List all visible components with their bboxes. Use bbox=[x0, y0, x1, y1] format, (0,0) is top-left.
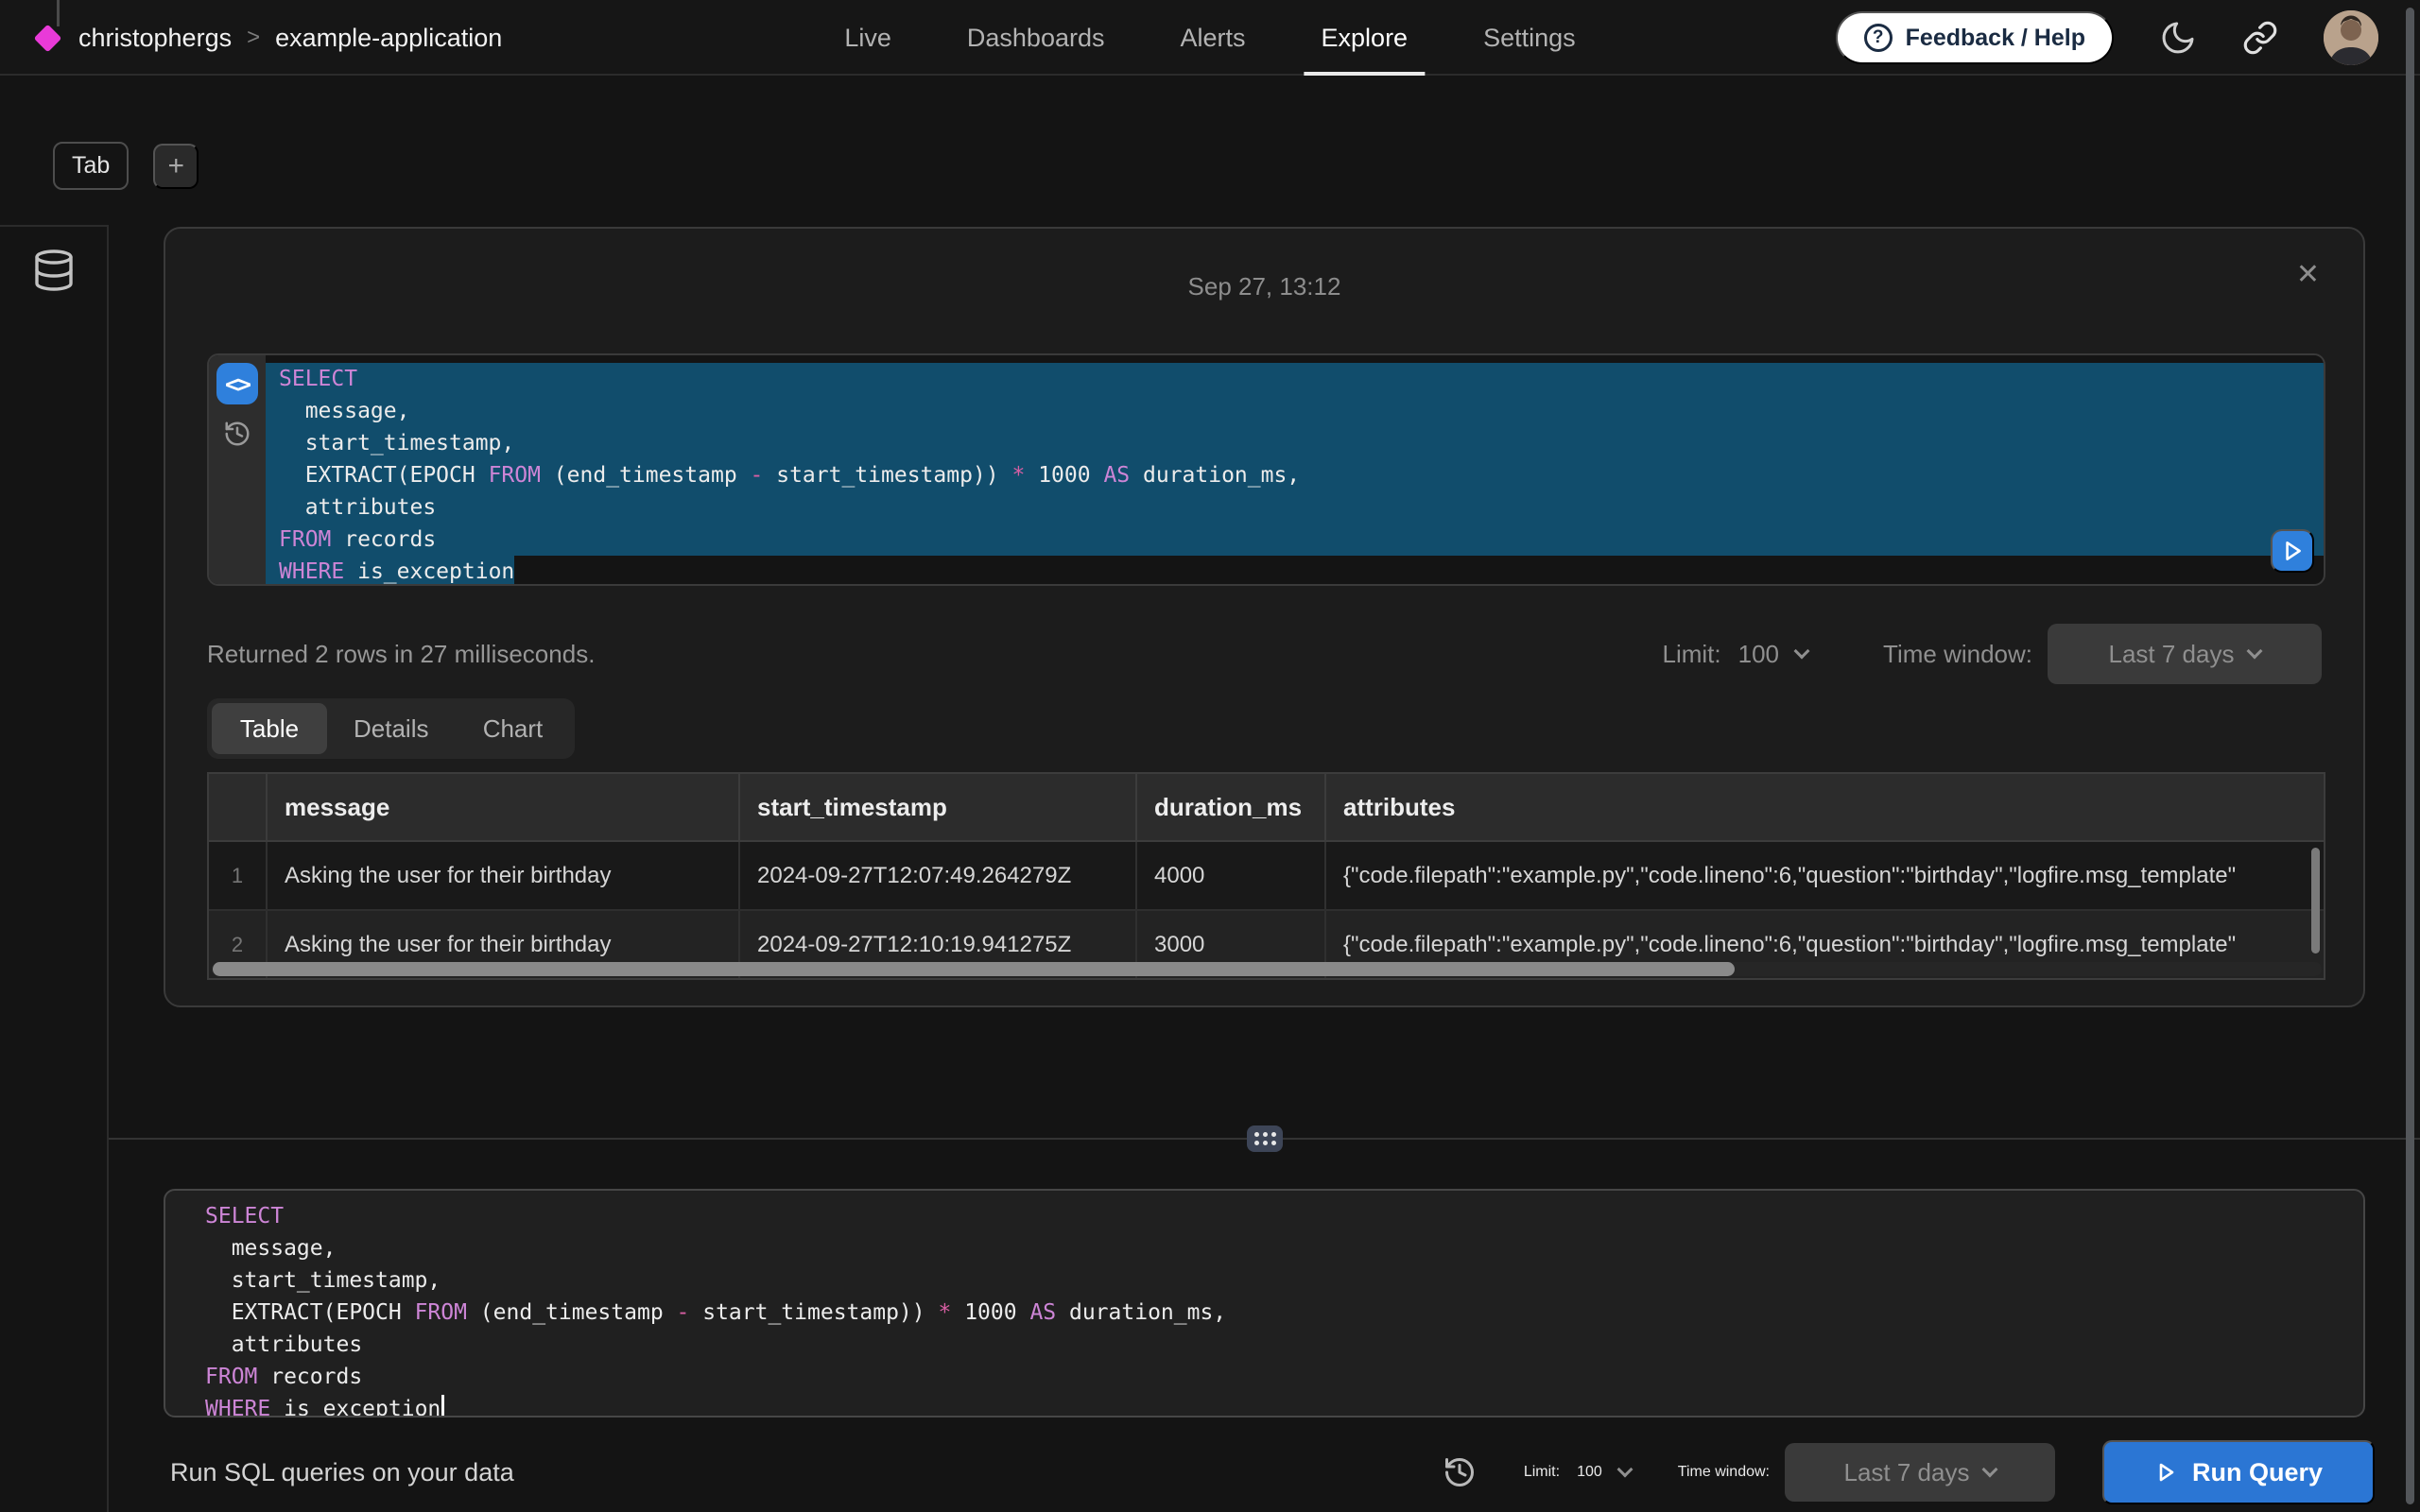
editor-scrollbar-thumb[interactable] bbox=[2406, 8, 2414, 1504]
table-row[interactable]: 1Asking the user for their birthday2024-… bbox=[209, 842, 2324, 911]
nav-item-settings[interactable]: Settings bbox=[1479, 0, 1580, 76]
executed-query-block: <> SELECT message, start_timestamp, EXTR… bbox=[207, 353, 2325, 586]
time-window-select[interactable]: Last 7 days bbox=[1785, 1443, 2055, 1502]
time-window-value: Last 7 days bbox=[2109, 640, 2235, 669]
limit-label: Limit: bbox=[1524, 1464, 1560, 1481]
cell-message: Asking the user for their birthday bbox=[266, 842, 738, 909]
nav-item-explore[interactable]: Explore bbox=[1318, 0, 1412, 76]
run-query-button[interactable]: Run Query bbox=[2102, 1440, 2375, 1504]
query-footer-bar: Run SQL queries on your data Limit: 100 … bbox=[0, 1433, 2420, 1512]
nav-item-dashboards[interactable]: Dashboards bbox=[963, 0, 1109, 76]
column-header-message[interactable]: message bbox=[266, 774, 738, 840]
column-header-attributes[interactable]: attributes bbox=[1324, 774, 2324, 840]
moon-icon bbox=[2159, 19, 2197, 57]
time-window-select[interactable]: Last 7 days bbox=[2048, 624, 2322, 684]
results-table: messagestart_timestampduration_msattribu… bbox=[207, 772, 2325, 980]
question-circle-icon: ? bbox=[1864, 24, 1893, 52]
breadcrumb-org[interactable]: christophergs bbox=[78, 24, 232, 53]
chevron-down-icon[interactable] bbox=[1794, 644, 1810, 660]
query-history-icon[interactable] bbox=[1443, 1455, 1477, 1489]
result-timestamp: Sep 27, 13:12 bbox=[165, 272, 2363, 301]
editor-hint-text: Run SQL queries on your data bbox=[170, 1458, 514, 1487]
schema-browser-button[interactable] bbox=[31, 248, 77, 293]
breadcrumb-separator: > bbox=[247, 25, 260, 51]
rerun-query-button[interactable] bbox=[2271, 529, 2314, 573]
logo-stem bbox=[57, 0, 60, 26]
column-header-start_timestamp[interactable]: start_timestamp bbox=[738, 774, 1135, 840]
nav-item-alerts[interactable]: Alerts bbox=[1176, 0, 1249, 76]
time-window-value: Last 7 days bbox=[1844, 1458, 1970, 1487]
chevron-down-icon[interactable] bbox=[1616, 1462, 1633, 1478]
cell-attributes: {"code.filepath":"example.py","code.line… bbox=[1324, 842, 2324, 909]
feedback-help-label: Feedback / Help bbox=[1906, 25, 2085, 52]
result-view-tabs: Table Details Chart bbox=[207, 698, 575, 759]
time-window-label: Time window: bbox=[1678, 1464, 1770, 1481]
dark-mode-toggle[interactable] bbox=[2159, 19, 2197, 57]
horizontal-scrollbar bbox=[211, 962, 2322, 976]
tab-chart[interactable]: Chart bbox=[455, 703, 570, 754]
avatar-photo bbox=[2324, 10, 2378, 65]
nav-item-live[interactable]: Live bbox=[840, 0, 895, 76]
database-icon bbox=[31, 248, 77, 293]
query-result-card: Sep 27, 13:12 ✕ <> SELECT message, start… bbox=[164, 227, 2365, 1007]
top-nav: christophergs > example-application Live… bbox=[0, 0, 2420, 76]
user-avatar[interactable] bbox=[2324, 10, 2378, 65]
resize-handle[interactable] bbox=[1247, 1125, 1283, 1152]
chevron-down-icon bbox=[2247, 644, 2263, 660]
breadcrumb-project[interactable]: example-application bbox=[275, 24, 502, 53]
limit-label: Limit: bbox=[1663, 640, 1721, 669]
breadcrumb: christophergs > example-application bbox=[38, 0, 502, 76]
tab-details[interactable]: Details bbox=[331, 703, 451, 754]
tab-table[interactable]: Table bbox=[212, 703, 327, 754]
chevron-down-icon bbox=[1982, 1462, 1998, 1478]
tab-chip[interactable]: Tab bbox=[53, 142, 129, 190]
logfire-logo-icon bbox=[34, 24, 62, 52]
link-icon bbox=[2242, 20, 2278, 56]
left-sidebar bbox=[0, 225, 109, 1512]
limit-value[interactable]: 100 bbox=[1577, 1464, 1602, 1481]
row-number: 1 bbox=[209, 842, 266, 909]
query-status-text: Returned 2 rows in 27 milliseconds. bbox=[207, 640, 595, 669]
feedback-help-button[interactable]: ? Feedback / Help bbox=[1836, 11, 2114, 64]
play-icon bbox=[2154, 1461, 2177, 1484]
text-cursor bbox=[441, 1395, 444, 1418]
time-window-label: Time window: bbox=[1883, 640, 2032, 669]
cell-start_timestamp: 2024-09-27T12:07:49.264279Z bbox=[738, 842, 1135, 909]
close-icon[interactable]: ✕ bbox=[2296, 261, 2320, 289]
query-block-gutter: <> bbox=[209, 355, 266, 584]
sql-editor[interactable]: SELECT message, start_timestamp, EXTRACT… bbox=[164, 1189, 2365, 1418]
play-icon bbox=[2280, 539, 2305, 563]
column-header-duration_ms[interactable]: duration_ms bbox=[1135, 774, 1324, 840]
horizontal-scrollbar-thumb[interactable] bbox=[213, 962, 1735, 976]
vertical-scrollbar-thumb[interactable] bbox=[2311, 848, 2320, 954]
limit-value[interactable]: 100 bbox=[1738, 640, 1779, 669]
table-header-row: messagestart_timestampduration_msattribu… bbox=[209, 774, 2324, 842]
main-nav: Live Dashboards Alerts Explore Settings bbox=[840, 0, 1579, 76]
row-number-header bbox=[209, 774, 266, 840]
run-query-label: Run Query bbox=[2192, 1458, 2323, 1487]
history-icon[interactable] bbox=[223, 420, 251, 448]
cell-duration_ms: 4000 bbox=[1135, 842, 1324, 909]
add-tab-button[interactable]: + bbox=[153, 144, 199, 189]
share-link-button[interactable] bbox=[2242, 20, 2278, 56]
query-tabs-bar: Tab + bbox=[53, 142, 199, 190]
executed-sql-text[interactable]: SELECT message, start_timestamp, EXTRACT… bbox=[266, 355, 2324, 584]
code-icon[interactable]: <> bbox=[216, 363, 258, 404]
